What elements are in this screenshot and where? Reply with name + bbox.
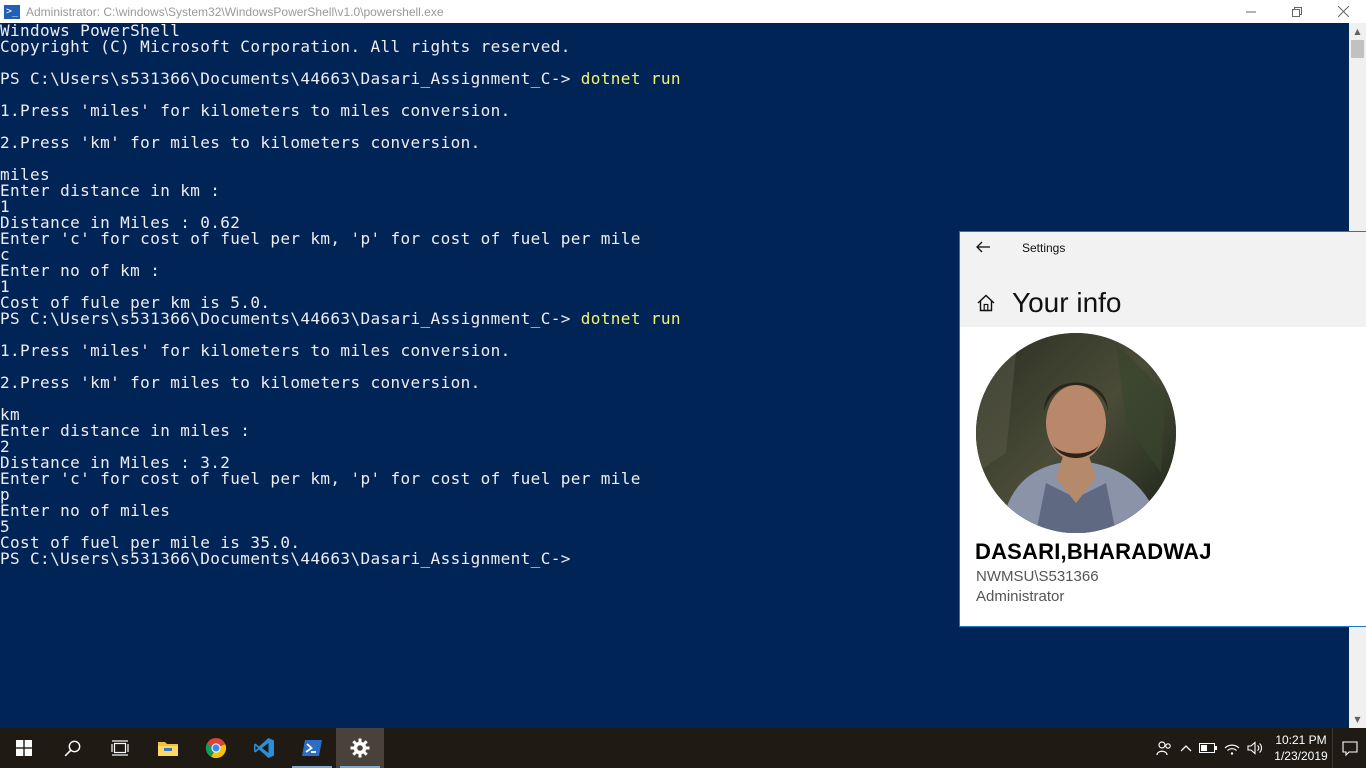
console-line: Enter distance in km : xyxy=(0,183,1349,199)
console-command: dotnet run xyxy=(580,309,681,328)
battery-icon[interactable] xyxy=(1196,728,1220,768)
settings-window[interactable]: Settings Your info DASARI,BHARADWAJ NWMS… xyxy=(959,231,1366,627)
vscode-button[interactable] xyxy=(240,728,288,768)
console-line: Copyright (C) Microsoft Corporation. All… xyxy=(0,39,1349,55)
restore-icon xyxy=(1292,6,1302,17)
chrome-icon xyxy=(205,738,227,759)
console-text: PS C:\Users\s531366\Documents\44663\Dasa… xyxy=(0,549,571,568)
console-text: PS C:\Users\s531366\Documents\44663\Dasa… xyxy=(0,309,581,328)
vscode-icon xyxy=(254,738,274,758)
home-icon[interactable] xyxy=(976,293,996,313)
chevron-up-icon[interactable] xyxy=(1176,728,1196,768)
console-line: 1.Press 'miles' for kilometers to miles … xyxy=(0,103,1349,119)
windows-logo-icon xyxy=(16,740,32,756)
console-text: Enter 'c' for cost of fuel per km, 'p' f… xyxy=(0,469,641,488)
user-role: Administrator xyxy=(976,588,1065,605)
console-text: 2.Press 'km' for miles to kilometers con… xyxy=(0,373,481,392)
taskbar: 10:21 PM 1/23/2019 xyxy=(0,728,1366,768)
console-text: 2.Press 'km' for miles to kilometers con… xyxy=(0,133,481,152)
powershell-button[interactable] xyxy=(288,728,336,768)
scroll-up-icon[interactable]: ▲ xyxy=(1349,23,1366,40)
back-arrow-icon[interactable] xyxy=(976,238,990,257)
minimize-icon xyxy=(1246,11,1256,12)
minimize-button[interactable] xyxy=(1228,0,1274,23)
start-button[interactable] xyxy=(0,728,48,768)
console-text: Copyright (C) Microsoft Corporation. All… xyxy=(0,37,571,56)
action-center-icon xyxy=(1341,740,1358,756)
scroll-down-icon[interactable]: ▼ xyxy=(1349,711,1366,728)
wifi-icon[interactable] xyxy=(1220,728,1244,768)
search-button[interactable] xyxy=(48,728,96,768)
gear-icon xyxy=(350,738,370,758)
console-line: 2.Press 'km' for miles to kilometers con… xyxy=(0,135,1349,151)
powershell-icon: >_ xyxy=(4,4,20,19)
settings-button[interactable] xyxy=(336,728,384,768)
console-text: Enter distance in km : xyxy=(0,181,221,200)
user-account: NWMSU\S531366 xyxy=(976,568,1099,585)
console-command: dotnet run xyxy=(580,69,681,88)
settings-app-title: Settings xyxy=(1022,241,1066,255)
close-button[interactable] xyxy=(1320,0,1366,23)
volume-icon[interactable] xyxy=(1244,728,1268,768)
clock-date: 1/23/2019 xyxy=(1274,749,1328,763)
console-line: PS C:\Users\s531366\Documents\44663\Dasa… xyxy=(0,71,1349,87)
task-view-icon xyxy=(111,740,129,756)
console-text: 1.Press 'miles' for kilometers to miles … xyxy=(0,101,511,120)
people-icon[interactable] xyxy=(1152,728,1176,768)
system-tray: 10:21 PM 1/23/2019 xyxy=(1152,728,1366,768)
console-text: PS C:\Users\s531366\Documents\44663\Dasa… xyxy=(0,69,581,88)
folder-icon xyxy=(158,742,178,756)
clock-time: 10:21 PM xyxy=(1275,733,1327,747)
page-title: Your info xyxy=(1012,287,1122,318)
powershell-icon xyxy=(302,740,322,756)
search-icon xyxy=(64,740,80,756)
console-text: Enter distance in miles : xyxy=(0,421,251,440)
avatar xyxy=(976,333,1176,533)
notification-button[interactable] xyxy=(1332,728,1366,768)
task-view-button[interactable] xyxy=(96,728,144,768)
console-text: Enter no of km : xyxy=(0,261,161,280)
settings-header: Settings Your info xyxy=(960,232,1366,327)
clock[interactable]: 10:21 PM 1/23/2019 xyxy=(1270,732,1332,764)
powershell-titlebar[interactable]: >_ Administrator: C:\windows\System32\Wi… xyxy=(0,0,1366,23)
file-explorer-button[interactable] xyxy=(144,728,192,768)
console-text: Enter no of miles xyxy=(0,501,171,520)
close-icon xyxy=(1337,6,1349,17)
scroll-thumb[interactable] xyxy=(1351,40,1364,58)
window-title: Administrator: C:\windows\System32\Windo… xyxy=(26,4,444,19)
user-name: DASARI,BHARADWAJ xyxy=(975,539,1212,564)
restore-button[interactable] xyxy=(1274,0,1320,23)
chrome-button[interactable] xyxy=(192,728,240,768)
console-text: 1.Press 'miles' for kilometers to miles … xyxy=(0,341,511,360)
console-text: Enter 'c' for cost of fuel per km, 'p' f… xyxy=(0,229,641,248)
